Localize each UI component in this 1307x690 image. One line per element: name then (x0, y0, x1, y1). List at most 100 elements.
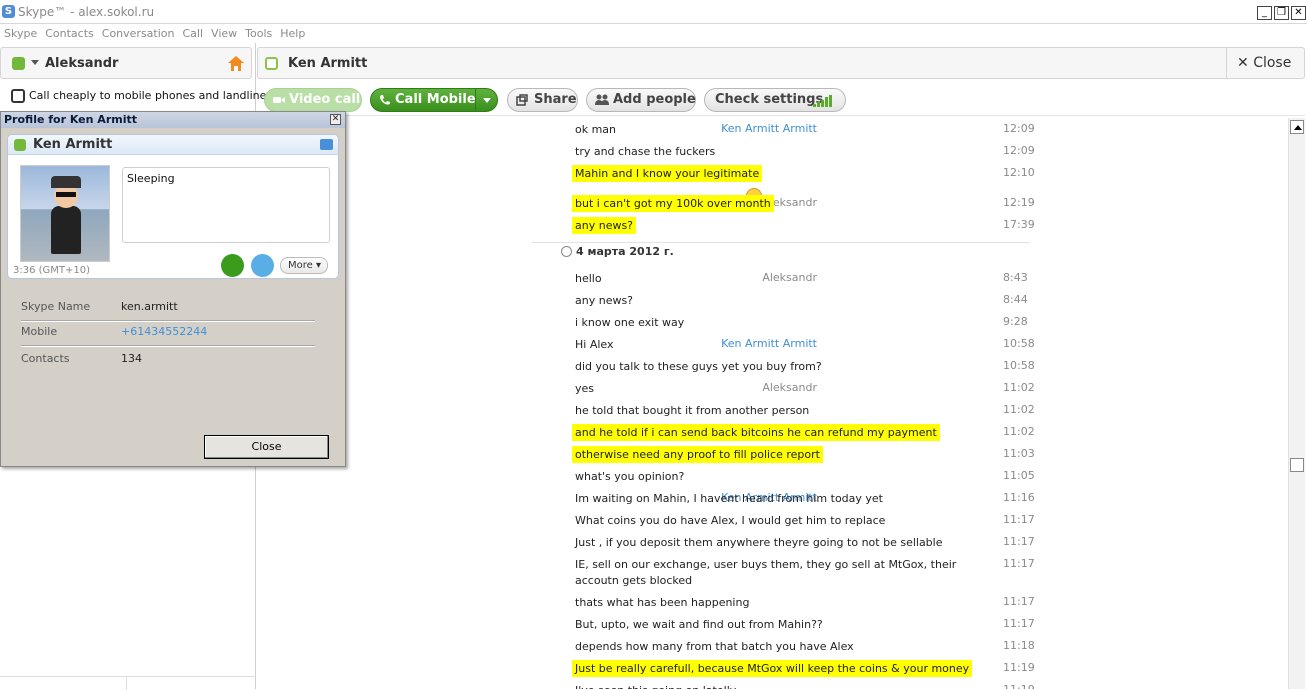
message-text: but i can't got my 100k over month (572, 195, 977, 212)
user-status-row[interactable]: Aleksandr (0, 47, 252, 79)
message-time: 11:02 (1003, 425, 1035, 438)
message-text: hello (575, 271, 977, 287)
message-text: any news? (575, 293, 977, 309)
left-footer (0, 676, 256, 690)
menu-bar: Skype Contacts Conversation Call View Tools He… (0, 24, 1307, 43)
local-time: 3:36 (GMT+10) (13, 265, 91, 276)
call-mobile-button[interactable]: Call Mobile (370, 88, 498, 112)
message-time: 10:58 (1003, 337, 1035, 350)
message-body: hello (575, 272, 602, 285)
signal-strength-icon (813, 95, 832, 107)
message-time: 8:44 (1003, 293, 1028, 306)
menu-tools[interactable]: Tools (241, 24, 276, 43)
call-mobile-label: Call Mobile (395, 92, 476, 107)
online-status-icon[interactable] (12, 57, 25, 70)
video-call-label: Video call (289, 92, 361, 107)
chat-button[interactable] (251, 254, 274, 277)
call-options-dropdown[interactable] (475, 89, 497, 111)
more-button[interactable]: More ▾ (280, 257, 328, 274)
message-text: Im waiting on Mahin, I havent heard from… (575, 491, 977, 507)
video-icon[interactable] (320, 139, 333, 150)
chevron-down-icon[interactable] (31, 60, 39, 65)
profile-close-button[interactable]: Close (204, 435, 329, 459)
message-body: Just be really carefull, because MtGox w… (572, 660, 973, 677)
message-text: otherwise need any proof to fill police … (572, 446, 977, 463)
message-time: 12:19 (1003, 196, 1035, 209)
share-label: Share (534, 92, 577, 107)
call-promo-link[interactable]: Call cheaply to mobile phones and landli… (4, 83, 272, 109)
message-text: depends how many from that batch you hav… (575, 639, 977, 655)
message-time: 12:09 (1003, 122, 1035, 135)
message-text: and he told if i can send back bitcoins … (572, 424, 977, 441)
video-call-button[interactable]: Video call (264, 88, 362, 112)
add-people-label: Add people (613, 92, 696, 107)
menu-skype[interactable]: Skype (0, 24, 41, 43)
video-camera-icon (273, 97, 285, 103)
status-icon (14, 139, 26, 151)
message-text: ok man (575, 122, 977, 138)
message-time: 11:02 (1003, 381, 1035, 394)
share-icon (516, 94, 528, 106)
menu-call[interactable]: Call (179, 24, 208, 43)
check-settings-button[interactable]: Check settings (704, 88, 846, 112)
message-time: 17:39 (1003, 218, 1035, 231)
menu-view[interactable]: View (207, 24, 241, 43)
profile-card: Ken Armitt Sleeping 3:36 (GMT+10) More ▾ (7, 134, 339, 279)
mood-message: Sleeping (122, 167, 330, 243)
message-body: What coins you do have Alex, I would get… (575, 514, 886, 527)
message-body: otherwise need any proof to fill police … (572, 446, 823, 463)
message-text: What coins you do have Alex, I would get… (575, 513, 977, 529)
restore-button[interactable]: ❐ (1274, 6, 1289, 20)
menu-contacts[interactable]: Contacts (41, 24, 98, 43)
message-time: 10:58 (1003, 359, 1035, 372)
message-time: 12:10 (1003, 166, 1035, 179)
message-body: Just , if you deposit them anywhere they… (575, 536, 943, 549)
home-icon[interactable] (227, 55, 245, 72)
check-settings-label: Check settings (715, 92, 824, 107)
title-bar: S Skype™ - alex.sokol.ru _ ❐ ✕ (0, 0, 1307, 24)
message-body: Mahin and I know your legitimate (572, 165, 763, 182)
conversation-header: Ken Armitt ✕ Close (257, 47, 1305, 79)
chat-scrollbar[interactable] (1288, 118, 1305, 689)
close-window-button[interactable]: ✕ (1291, 6, 1306, 20)
message-time: 11:17 (1003, 557, 1035, 570)
avatar (20, 165, 110, 262)
profile-title: Profile for Ken Armitt (1, 112, 345, 128)
message-body: did you talk to these guys yet you buy f… (575, 360, 822, 373)
add-people-button[interactable]: Add people (586, 88, 696, 112)
message-body: any news? (572, 217, 637, 234)
message-text: Just , if you deposit them anywhere they… (575, 535, 977, 551)
user-name: Aleksandr (45, 56, 119, 71)
message-time: 11:18 (1003, 639, 1035, 652)
message-time: 11:19 (1003, 683, 1035, 689)
minimize-button[interactable]: _ (1257, 6, 1272, 20)
add-people-icon (595, 94, 609, 105)
close-conversation-button[interactable]: ✕ Close (1226, 48, 1305, 78)
message-body: But, upto, we wait and find out from Mah… (575, 618, 823, 631)
contact-status-icon (265, 57, 278, 70)
message-body: Im waiting on Mahin, I havent heard from… (575, 492, 883, 505)
message-body: try and chase the fuckers (575, 145, 716, 158)
date-separator: 4 марта 2012 г. (576, 245, 674, 258)
share-button[interactable]: Share (507, 88, 578, 112)
message-text: what's you opinion? (575, 469, 977, 485)
message-text: IE, sell on our exchange, user buys them… (575, 557, 977, 589)
message-body: i know one exit way (575, 316, 685, 329)
message-text: Just be really carefull, because MtGox w… (572, 660, 977, 677)
menu-conversation[interactable]: Conversation (98, 24, 179, 43)
skype-logo-icon: S (2, 5, 15, 18)
menu-help[interactable]: Help (276, 24, 309, 43)
call-button[interactable] (221, 254, 244, 277)
message-body: depends how many from that batch you hav… (575, 640, 854, 653)
profile-close-icon[interactable]: ✕ (330, 114, 341, 125)
mobile-link[interactable]: +61434552244 (121, 325, 207, 338)
scroll-thumb[interactable] (1290, 458, 1304, 472)
window-title: Skype™ - alex.sokol.ru (18, 5, 155, 19)
field-label: Mobile (21, 325, 58, 338)
profile-name: Ken Armitt (33, 137, 113, 152)
message-body: IE, sell on our exchange, user buys them… (575, 558, 957, 587)
message-body: ok man (575, 123, 617, 136)
profile-window: Profile for Ken Armitt ✕ Ken Armitt Slee… (0, 111, 346, 467)
message-body: he told that bought it from another pers… (575, 404, 810, 417)
scroll-up-button[interactable] (1290, 120, 1304, 134)
